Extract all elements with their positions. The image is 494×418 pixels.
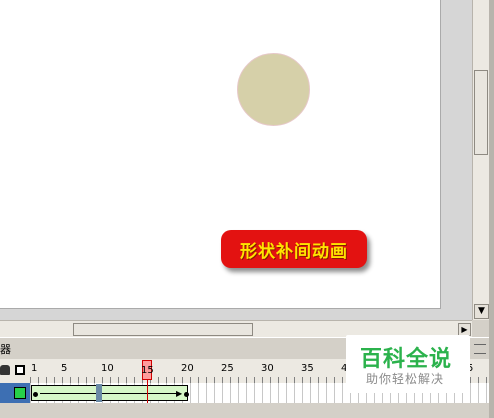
horizontal-scroll-thumb[interactable] — [73, 323, 253, 336]
tween-badge-label: 形状补间动画 — [240, 241, 348, 262]
tween-arrow — [40, 393, 178, 394]
lock-icon[interactable] — [0, 365, 10, 375]
watermark: 百科全说 助你轻松解决 — [346, 335, 470, 393]
panel-menu-icon[interactable] — [474, 344, 486, 354]
start-keyframe[interactable] — [33, 392, 38, 397]
window-edge — [489, 0, 494, 418]
vertical-scroll-thumb[interactable] — [474, 70, 488, 155]
ruler-label: 25 — [221, 363, 234, 374]
tween-badge: 形状补间动画 — [221, 230, 367, 268]
circle-shape[interactable] — [237, 53, 310, 126]
ruler-label: 1 — [31, 363, 38, 374]
ruler-label: 10 — [101, 363, 114, 374]
stage-area[interactable]: 形状补间动画 — [0, 0, 472, 320]
ruler-label: 5 — [61, 363, 68, 374]
chevron-down-icon[interactable]: ▼ — [474, 304, 489, 319]
ruler-label: 35 — [301, 363, 314, 374]
ruler-label: 30 — [261, 363, 274, 374]
end-keyframe[interactable] — [184, 392, 189, 397]
selected-frame[interactable] — [96, 384, 102, 402]
vertical-scrollbar[interactable]: ▼ — [472, 0, 490, 320]
outline-icon[interactable] — [15, 365, 25, 375]
watermark-title: 百科全说 — [360, 347, 453, 372]
watermark-subtitle: 助你轻松解决 — [366, 372, 445, 386]
layer-color-swatch[interactable] — [14, 387, 26, 399]
playhead-frame-label: 15 — [141, 365, 154, 376]
layer-selection[interactable] — [0, 383, 30, 403]
empty-layer-row — [0, 403, 489, 418]
panel-label: 器 — [0, 343, 11, 356]
tween-arrowhead-icon: ▶ — [176, 389, 183, 398]
ruler-label: 20 — [181, 363, 194, 374]
stage-canvas[interactable]: 形状补间动画 — [0, 0, 441, 309]
